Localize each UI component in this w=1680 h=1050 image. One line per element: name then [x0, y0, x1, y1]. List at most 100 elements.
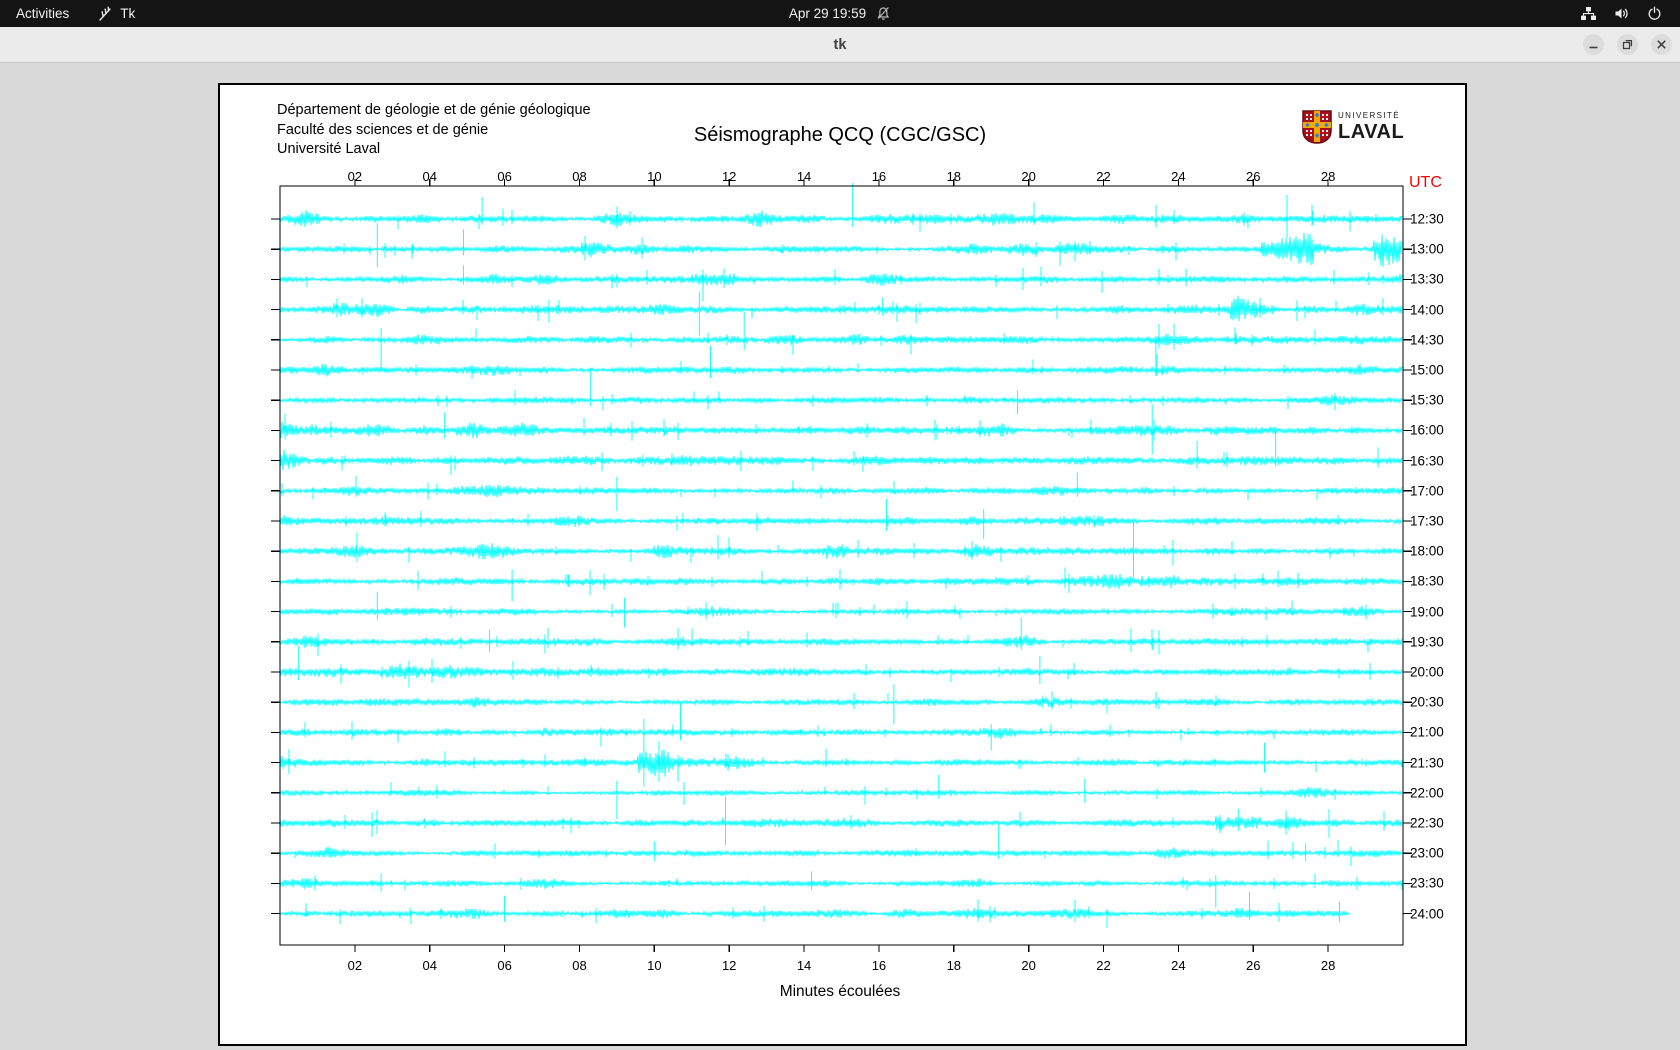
- time-label-22:00: 22:00: [1410, 785, 1444, 801]
- time-label-15:30: 15:30: [1410, 392, 1444, 408]
- seismogram-trace-20:00: [279, 646, 1403, 688]
- seismogram-trace-23:30: [279, 871, 1403, 908]
- seismogram-trace-18:00: [279, 521, 1403, 578]
- time-label-23:30: 23:30: [1410, 875, 1444, 891]
- wired-network-icon: [1581, 7, 1596, 20]
- x-axis-title: Minutes écoulées: [779, 983, 901, 1000]
- seismogram-trace-16:00: [279, 404, 1403, 455]
- seismogram-trace-21:30: [279, 718, 1403, 787]
- seismogram-trace-14:00: [279, 291, 1403, 336]
- seismogram-trace-20:30: [279, 684, 1403, 725]
- time-label-13:30: 13:30: [1410, 271, 1444, 287]
- x-tick-bottom-04: 04: [422, 958, 437, 973]
- x-tick-bottom-26: 26: [1246, 958, 1261, 973]
- x-tick-top-02: 02: [347, 169, 363, 184]
- desktop: Activities Tk Apr 29 19:59 tk Départemen…: [0, 0, 1680, 1050]
- seismogram-trace-22:30: [279, 797, 1403, 845]
- seismogram-trace-13:00: [279, 223, 1403, 268]
- seismogram-trace-15:00: [279, 340, 1403, 379]
- seismogram-trace-12:30: [279, 183, 1403, 239]
- x-tick-bottom-22: 22: [1096, 958, 1111, 973]
- activities-button[interactable]: Activities: [16, 6, 69, 21]
- x-tick-bottom-28: 28: [1320, 958, 1336, 973]
- time-label-15:00: 15:00: [1410, 362, 1444, 378]
- x-tick-bottom-06: 06: [497, 958, 512, 973]
- x-tick-bottom-02: 02: [347, 958, 363, 973]
- x-tick-top-20: 20: [1021, 169, 1036, 184]
- time-label-12:30: 12:30: [1410, 211, 1444, 227]
- time-label-14:30: 14:30: [1410, 332, 1444, 348]
- x-tick-bottom-08: 08: [572, 958, 587, 973]
- clock-menu[interactable]: Apr 29 19:59: [789, 6, 891, 21]
- x-tick-top-24: 24: [1171, 169, 1186, 184]
- close-button[interactable]: [1651, 34, 1672, 55]
- x-tick-top-06: 06: [497, 169, 512, 184]
- seismogram-trace-14:30: [279, 311, 1403, 370]
- x-tick-bottom-14: 14: [796, 958, 812, 973]
- x-tick-bottom-24: 24: [1171, 958, 1186, 973]
- restore-button[interactable]: [1617, 34, 1638, 55]
- time-label-21:00: 21:00: [1410, 724, 1444, 740]
- x-tick-top-04: 04: [422, 169, 437, 184]
- x-tick-top-10: 10: [647, 169, 662, 184]
- seismogram-trace-21:00: [279, 702, 1403, 751]
- time-label-19:30: 19:30: [1410, 634, 1444, 650]
- x-tick-top-28: 28: [1320, 169, 1336, 184]
- x-tick-bottom-18: 18: [946, 958, 962, 973]
- seismogram-trace-13:30: [279, 265, 1403, 302]
- notifications-muted-icon: [877, 7, 890, 20]
- x-tick-bottom-12: 12: [721, 958, 737, 973]
- seismogram-trace-22:00: [279, 774, 1403, 819]
- helicorder-plot: [271, 179, 1412, 952]
- focused-app-name: Tk: [120, 6, 136, 21]
- x-tick-top-22: 22: [1096, 169, 1111, 184]
- x-tick-top-16: 16: [871, 169, 887, 184]
- clock-text: Apr 29 19:59: [788, 6, 867, 21]
- x-tick-bottom-16: 16: [871, 958, 887, 973]
- power-icon: [1648, 6, 1661, 20]
- time-label-16:00: 16:00: [1410, 422, 1444, 438]
- time-label-18:30: 18:30: [1410, 573, 1444, 589]
- tk-feather-icon: [99, 6, 111, 21]
- seismogram-trace-17:30: [279, 499, 1403, 539]
- time-label-19:00: 19:00: [1410, 604, 1444, 620]
- seismograph-canvas: Département de géologie et de génie géol…: [218, 83, 1467, 1046]
- time-label-17:30: 17:30: [1410, 513, 1444, 529]
- x-tick-top-08: 08: [572, 169, 587, 184]
- x-tick-bottom-10: 10: [647, 958, 662, 973]
- time-label-20:00: 20:00: [1410, 664, 1444, 680]
- window-title: tk: [833, 36, 847, 53]
- seismogram-trace-16:30: [279, 426, 1403, 476]
- x-tick-top-14: 14: [796, 169, 812, 184]
- minimize-button[interactable]: [1583, 34, 1604, 55]
- window-titlebar[interactable]: tk: [0, 27, 1680, 63]
- seismogram-trace-19:00: [279, 591, 1403, 628]
- seismogram-trace-19:30: [279, 617, 1403, 657]
- focused-app-menu[interactable]: Tk: [97, 6, 135, 22]
- volume-icon: [1615, 8, 1628, 19]
- seismogram-trace-17:00: [279, 472, 1403, 511]
- gnome-top-bar: Activities Tk Apr 29 19:59: [0, 0, 1680, 27]
- x-tick-top-12: 12: [721, 169, 737, 184]
- time-label-13:00: 13:00: [1410, 241, 1444, 257]
- seismogram-trace-18:30: [279, 567, 1403, 602]
- restore-icon: [1622, 39, 1633, 50]
- time-label-23:00: 23:00: [1410, 845, 1444, 861]
- seismogram-trace-24:00: [279, 891, 1350, 928]
- time-label-14:00: 14:00: [1410, 302, 1444, 318]
- seismogram-trace-23:00: [279, 823, 1403, 867]
- close-icon: [1657, 40, 1666, 49]
- time-label-22:30: 22:30: [1410, 815, 1444, 831]
- time-label-16:30: 16:30: [1410, 453, 1444, 469]
- x-tick-top-26: 26: [1246, 169, 1261, 184]
- time-label-18:00: 18:00: [1410, 543, 1444, 559]
- time-label-20:30: 20:30: [1410, 694, 1444, 710]
- x-tick-bottom-20: 20: [1021, 958, 1036, 973]
- minimize-icon: [1589, 46, 1598, 49]
- seismogram-trace-15:30: [279, 368, 1403, 415]
- x-tick-top-18: 18: [946, 169, 962, 184]
- tk-window-background: Département de géologie et de génie géol…: [0, 63, 1680, 1050]
- time-label-24:00: 24:00: [1410, 906, 1444, 922]
- system-status-area[interactable]: [1580, 6, 1680, 21]
- time-label-21:30: 21:30: [1410, 755, 1444, 771]
